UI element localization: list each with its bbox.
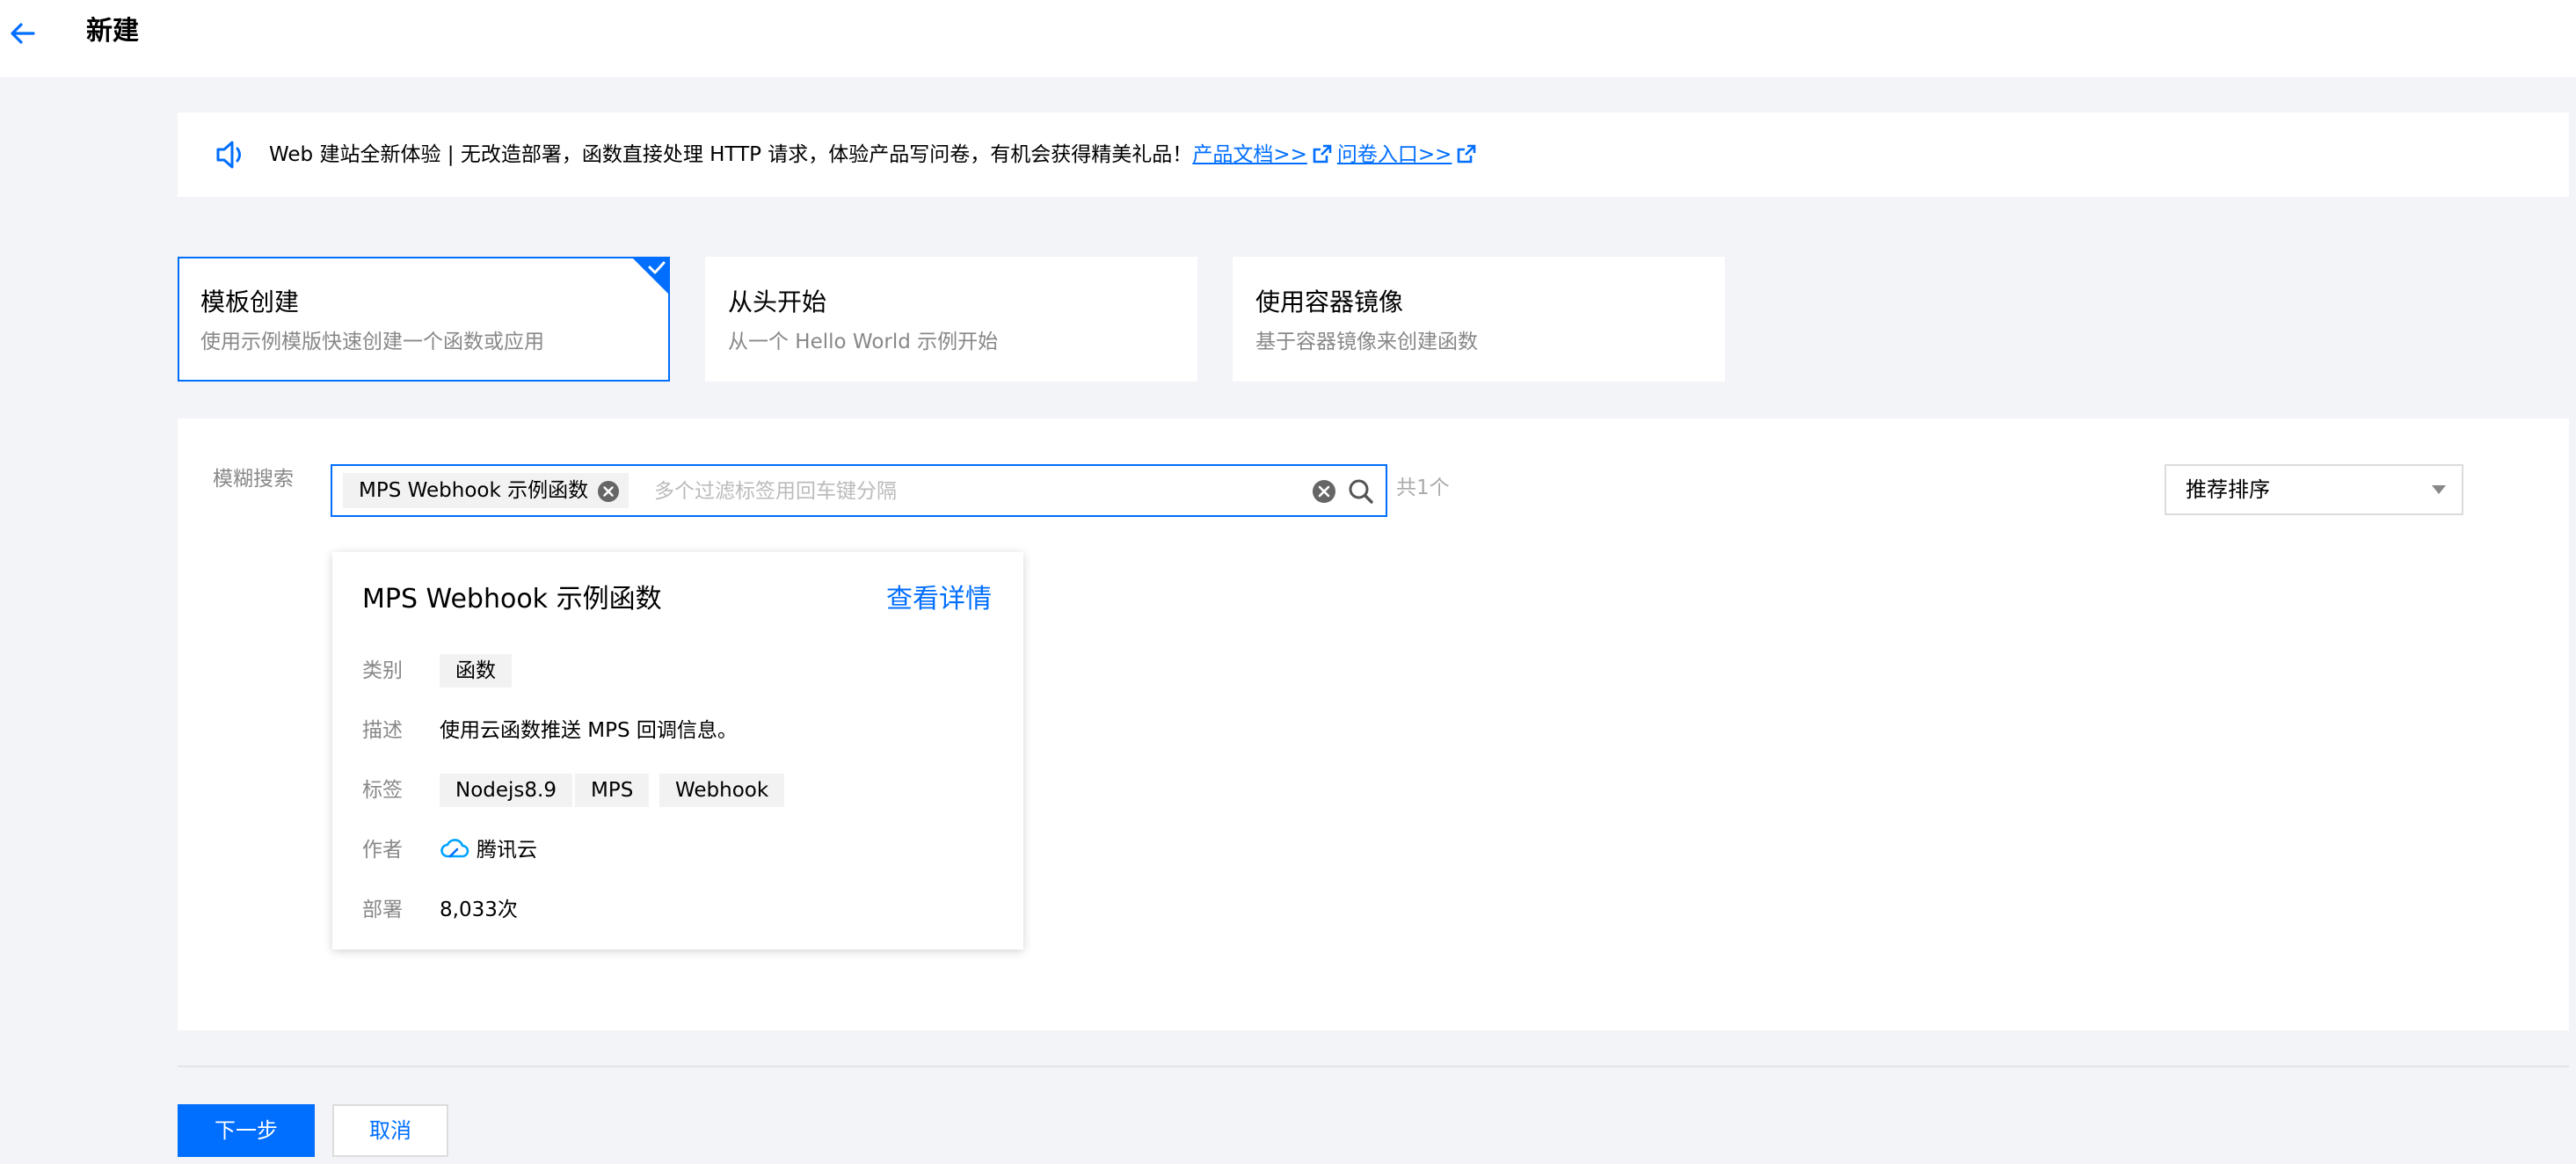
mode-card-from-scratch[interactable]: 从头开始 从一个 Hello World 示例开始 — [705, 257, 1197, 382]
mode-card-desc: 使用示例模版快速创建一个函数或应用 — [200, 331, 544, 353]
tag-pill: MPS — [575, 774, 650, 807]
notice-message: Web 建站全新体验 | 无改造部署，函数直接处理 HTTP 请求，体验产品写问… — [269, 143, 1193, 166]
template-card[interactable]: MPS Webhook 示例函数 查看详情 类别 函数 描述 使用云函数推送 M… — [332, 552, 1023, 949]
tags-label: 标签 — [362, 779, 403, 802]
external-link-icon[interactable] — [1457, 144, 1476, 164]
category-pill: 函数 — [440, 654, 512, 687]
filter-tag-label: MPS Webhook 示例函数 — [359, 479, 589, 502]
mode-card-template[interactable]: 模板创建 使用示例模版快速创建一个函数或应用 — [178, 257, 670, 382]
result-count: 共1个 — [1396, 477, 1450, 499]
template-title: MPS Webhook 示例函数 — [362, 584, 662, 615]
description-label: 描述 — [362, 719, 403, 742]
filter-tag[interactable]: MPS Webhook 示例函数 — [343, 473, 629, 508]
speaker-icon — [216, 141, 241, 169]
caret-down-icon — [2432, 485, 2446, 494]
tag-pill: Webhook — [659, 774, 785, 807]
mode-card-container-image[interactable]: 使用容器镜像 基于容器镜像来创建函数 — [1233, 257, 1725, 382]
deploy-label: 部署 — [362, 898, 403, 921]
mode-card-desc: 从一个 Hello World 示例开始 — [728, 331, 999, 353]
cloud-icon — [440, 839, 469, 858]
mode-card-title: 模板创建 — [200, 287, 300, 316]
description-value: 使用云函数推送 MPS 回调信息。 — [440, 719, 738, 742]
fuzzy-search-label: 模糊搜索 — [213, 468, 294, 491]
author-label: 作者 — [362, 839, 403, 862]
mode-card-desc: 基于容器镜像来创建函数 — [1255, 331, 1478, 353]
selected-check-icon — [631, 257, 670, 295]
sort-select[interactable]: 推荐排序 — [2165, 464, 2463, 515]
arrow-left-icon[interactable] — [7, 18, 39, 49]
deploy-count: 8,033次 — [440, 898, 518, 921]
search-icon[interactable] — [1347, 477, 1375, 506]
close-circle-icon[interactable] — [597, 480, 620, 503]
top-bar: 新建 — [0, 0, 2576, 77]
sort-selected-label: 推荐排序 — [2186, 477, 2270, 502]
cancel-button[interactable]: 取消 — [332, 1104, 448, 1157]
survey-link[interactable]: 问卷入口>> — [1337, 143, 1452, 166]
notice-text-line: Web 建站全新体验 | 无改造部署，函数直接处理 HTTP 请求，体验产品写问… — [269, 113, 1481, 197]
view-details-link[interactable]: 查看详情 — [886, 582, 992, 617]
clear-circle-icon[interactable] — [1312, 479, 1336, 504]
category-label: 类别 — [362, 659, 403, 682]
search-input[interactable] — [652, 469, 1289, 513]
product-doc-link[interactable]: 产品文档>> — [1192, 143, 1307, 166]
notice-banner: Web 建站全新体验 | 无改造部署，函数直接处理 HTTP 请求，体验产品写问… — [178, 113, 2569, 197]
tag-search-box[interactable]: MPS Webhook 示例函数 — [331, 464, 1387, 517]
mode-card-title: 从头开始 — [728, 287, 827, 316]
page-title: 新建 — [86, 16, 139, 47]
author-value: 腾讯云 — [477, 839, 537, 862]
external-link-icon[interactable] — [1313, 144, 1332, 164]
tag-pill: Nodejs8.9 — [440, 774, 572, 807]
footer-divider — [178, 1066, 2569, 1067]
next-step-button[interactable]: 下一步 — [178, 1104, 315, 1157]
mode-card-title: 使用容器镜像 — [1255, 287, 1404, 316]
template-panel: 模糊搜索 MPS Webhook 示例函数 共1个 推荐排序 MPS Webho… — [178, 418, 2569, 1030]
